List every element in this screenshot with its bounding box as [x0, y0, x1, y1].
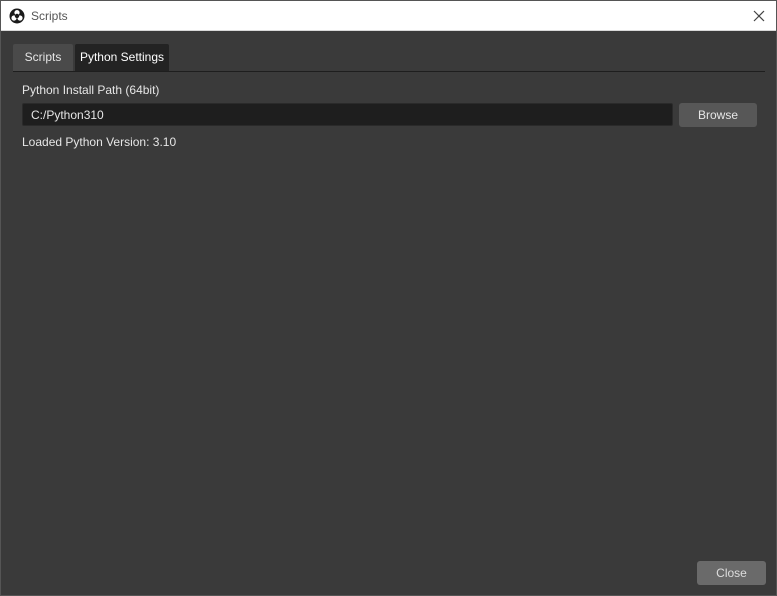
window-title: Scripts: [31, 9, 68, 23]
tab-scripts[interactable]: Scripts: [13, 44, 73, 71]
install-path-input[interactable]: [22, 103, 673, 126]
install-path-label: Python Install Path (64bit): [22, 83, 160, 97]
tab-python-settings[interactable]: Python Settings: [75, 44, 169, 71]
scripts-dialog: Scripts Scripts Python Settings Python I…: [0, 0, 777, 596]
tab-divider: [13, 71, 765, 72]
browse-button[interactable]: Browse: [679, 103, 757, 127]
close-button[interactable]: Close: [697, 561, 766, 585]
close-icon[interactable]: [750, 7, 768, 25]
loaded-version-label: Loaded Python Version: 3.10: [22, 135, 177, 149]
obs-logo-icon: [9, 8, 25, 24]
title-bar: Scripts: [1, 1, 776, 31]
